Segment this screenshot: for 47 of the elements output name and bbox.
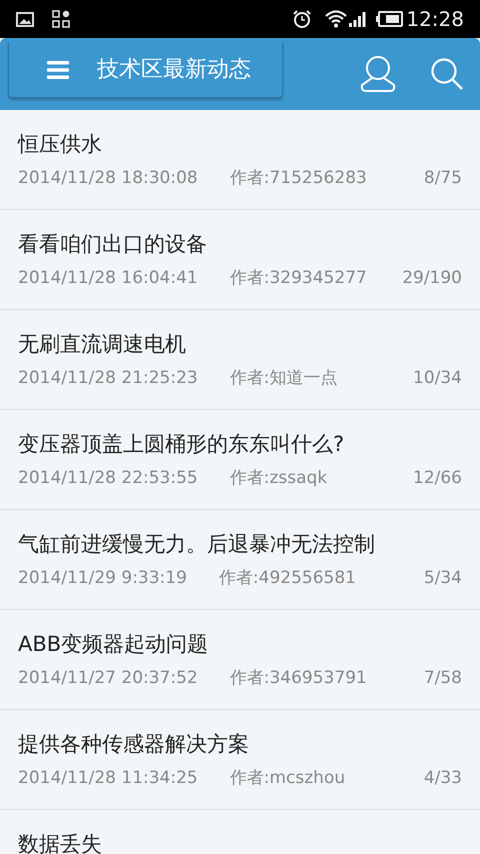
post-date: 2014/11/28 22:53:55 bbox=[18, 467, 198, 490]
post-author: 作者:492556581 bbox=[218, 567, 356, 590]
post-row[interactable]: 恒压供水 2014/11/28 18:30:08 作者:715256283 8/75 bbox=[0, 110, 480, 210]
post-author: 作者:715256283 bbox=[230, 167, 367, 190]
post-title: 变压器顶盖上圆桶形的东东叫什么? bbox=[18, 431, 346, 458]
post-title: 数据丢失 bbox=[18, 831, 103, 854]
post-date: 2014/11/29 9:33:19 bbox=[18, 567, 187, 590]
grid-icon bbox=[52, 10, 70, 28]
reply-count: 12/66 bbox=[413, 467, 462, 490]
post-date: 2014/11/27 20:37:52 bbox=[18, 667, 198, 690]
post-author: 作者:mcszhou bbox=[230, 767, 346, 790]
post-row[interactable]: 气缸前进缓慢无力。后退暴冲无法控制 2014/11/29 9:33:19 作者:492556581 5/34 bbox=[0, 510, 480, 610]
post-title: 气缸前进缓慢无力。后退暴冲无法控制 bbox=[18, 531, 376, 558]
post-row[interactable]: 无刷直流调速电机 2014/11/28 21:25:23 作者:知道一点 10/34 bbox=[0, 310, 480, 410]
post-title: 提供各种传感器解决方案 bbox=[18, 731, 250, 758]
post-date: 2014/11/28 18:30:08 bbox=[18, 167, 198, 190]
alarm-icon bbox=[292, 9, 312, 29]
signal-icon bbox=[348, 10, 366, 28]
reply-count: 29/190 bbox=[402, 267, 462, 290]
post-title: ABB变频器起动问题 bbox=[18, 631, 210, 658]
post-row[interactable]: ABB变频器起动问题 2014/11/27 20:37:52 作者:346953791 7/58 bbox=[0, 610, 480, 710]
post-author: 作者:346953791 bbox=[230, 667, 367, 690]
post-row[interactable]: 数据丢失 bbox=[0, 810, 480, 854]
reply-count: 4/33 bbox=[424, 767, 462, 790]
post-title: 看看咱们出口的设备 bbox=[18, 231, 208, 258]
search-icon[interactable] bbox=[430, 57, 464, 91]
post-author: 作者:知道一点 bbox=[230, 367, 338, 390]
reply-count: 10/34 bbox=[413, 367, 462, 390]
post-title: 恒压供水 bbox=[18, 131, 103, 158]
post-date: 2014/11/28 21:25:23 bbox=[18, 367, 198, 390]
status-time: 12:28 bbox=[406, 6, 464, 33]
post-date: 2014/11/28 11:34:25 bbox=[18, 767, 198, 790]
reply-count: 5/34 bbox=[424, 567, 462, 590]
wifi-icon bbox=[324, 10, 348, 28]
battery-icon bbox=[376, 11, 404, 27]
post-author: 作者:zssaqk bbox=[230, 467, 328, 490]
reply-count: 8/75 bbox=[424, 167, 462, 190]
post-row[interactable]: 变压器顶盖上圆桶形的东东叫什么? 2014/11/28 22:53:55 作者:zssaqk 12/66 bbox=[0, 410, 480, 510]
post-row[interactable]: 看看咱们出口的设备 2014/11/28 16:04:41 作者:329345277 29/190 bbox=[0, 210, 480, 310]
reply-count: 7/58 bbox=[424, 667, 462, 690]
image-icon bbox=[16, 12, 34, 26]
user-icon[interactable] bbox=[358, 55, 398, 93]
post-title: 无刷直流调速电机 bbox=[18, 331, 187, 358]
post-author: 作者:329345277 bbox=[230, 267, 367, 290]
post-row[interactable]: 提供各种传感器解决方案 2014/11/28 11:34:25 作者:mcszhou 4/33 bbox=[0, 710, 480, 810]
post-date: 2014/11/28 16:04:41 bbox=[18, 267, 198, 290]
menu-icon bbox=[47, 60, 69, 78]
